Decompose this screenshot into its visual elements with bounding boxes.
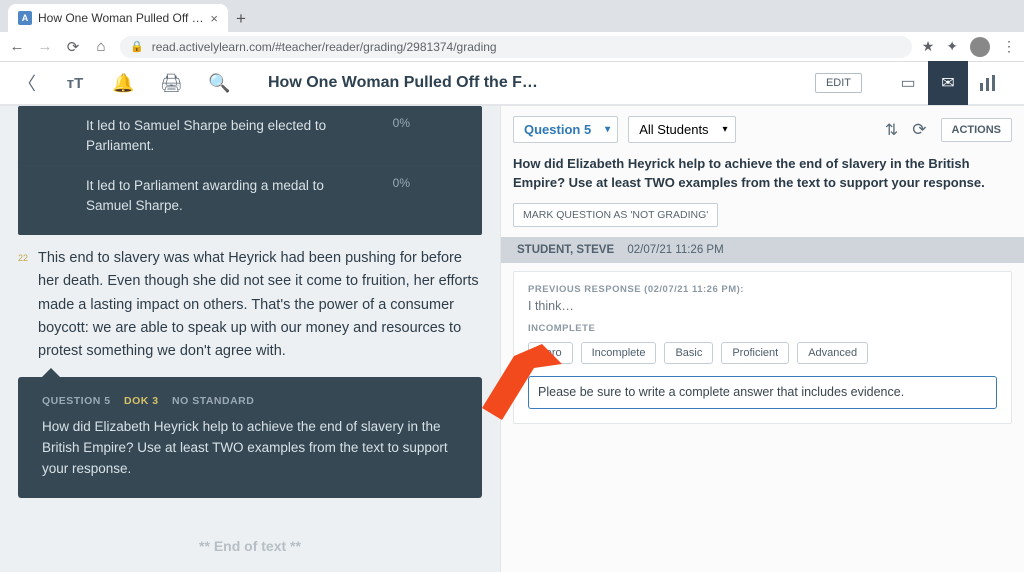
- previous-response-text: I think…: [528, 299, 997, 313]
- grading-pane: Question 5 ▾ All Students ▾ ⇅ ⟳ ACTIONS …: [500, 106, 1024, 572]
- student-timestamp: 02/07/21 11:26 PM: [627, 244, 723, 256]
- bar-chart-icon[interactable]: [968, 61, 1008, 105]
- bell-icon[interactable]: 🔔: [112, 73, 134, 94]
- menu-icon[interactable]: ⋮: [1002, 38, 1016, 55]
- reload-button[interactable]: ⟳: [64, 38, 82, 56]
- chevron-down-icon: ▾: [723, 124, 728, 135]
- lock-icon: 🔒: [130, 40, 144, 53]
- inbox-icon[interactable]: ✉: [928, 61, 968, 105]
- extensions-icon[interactable]: ✦: [946, 38, 958, 55]
- student-header: STUDENT, STEVE 02/07/21 11:26 PM: [501, 237, 1024, 263]
- students-select-label: All Students: [639, 122, 708, 137]
- browser-url-bar: ← → ⟳ ⌂ 🔒 read.activelylearn.com/#teache…: [0, 32, 1024, 62]
- home-button[interactable]: ⌂: [92, 38, 110, 55]
- search-icon[interactable]: 🔍: [208, 73, 230, 94]
- student-name: STUDENT, STEVE: [517, 244, 614, 256]
- question-standard: NO STANDARD: [172, 395, 254, 407]
- previous-response-label: PREVIOUS RESPONSE (02/07/21 11:26 PM):: [528, 284, 997, 295]
- grade-advanced[interactable]: Advanced: [797, 342, 868, 364]
- browser-tab-strip: A How One Woman Pulled Off th… × +: [0, 0, 1024, 32]
- question-dok: DOK 3: [124, 395, 159, 407]
- text-size-icon[interactable]: тT: [64, 75, 86, 92]
- quiz-percent: 0%: [373, 176, 410, 215]
- forward-button[interactable]: →: [36, 38, 54, 55]
- paragraph-number: 22: [18, 247, 30, 363]
- document-title: How One Woman Pulled Off the F…: [268, 74, 789, 92]
- app-toolbar: 〈 тT 🔔 🖨 🔍 How One Woman Pulled Off the …: [0, 62, 1024, 106]
- chevron-down-icon: ▾: [605, 124, 610, 135]
- response-box: PREVIOUS RESPONSE (02/07/21 11:26 PM): I…: [513, 271, 1012, 425]
- question-meta: QUESTION 5 DOK 3 NO STANDARD: [42, 395, 458, 407]
- quiz-answer: It led to Parliament awarding a medal to…: [86, 176, 373, 215]
- browser-tab[interactable]: A How One Woman Pulled Off th… ×: [8, 4, 228, 32]
- question-number: QUESTION 5: [42, 395, 111, 407]
- question-text: How did Elizabeth Heyrick help to achiev…: [42, 417, 458, 480]
- question-select-label: Question 5: [524, 122, 591, 137]
- grade-buttons: Zero Incomplete Basic Proficient Advance…: [528, 342, 997, 364]
- new-tab-button[interactable]: +: [228, 6, 254, 32]
- back-icon[interactable]: 〈: [16, 70, 38, 96]
- back-button[interactable]: ←: [8, 38, 26, 55]
- reading-pane: It led to Samuel Sharpe being elected to…: [0, 106, 500, 572]
- question-select[interactable]: Question 5 ▾: [513, 116, 618, 143]
- grade-basic[interactable]: Basic: [664, 342, 713, 364]
- url-text: read.activelylearn.com/#teacher/reader/g…: [152, 40, 497, 54]
- close-icon[interactable]: ×: [210, 11, 218, 26]
- question-prompt: How did Elizabeth Heyrick help to achiev…: [513, 155, 1012, 193]
- students-select[interactable]: All Students ▾: [628, 116, 735, 143]
- paragraph: 22 This end to slavery was what Heyrick …: [18, 247, 482, 363]
- paragraph-text: This end to slavery was what Heyrick had…: [38, 247, 482, 363]
- status-label: INCOMPLETE: [528, 323, 997, 334]
- edit-button[interactable]: EDIT: [815, 73, 862, 93]
- end-of-text: ** End of text **: [18, 498, 482, 564]
- quiz-row: It led to Parliament awarding a medal to…: [18, 165, 482, 225]
- actions-button[interactable]: ACTIONS: [941, 118, 1013, 142]
- grade-proficient[interactable]: Proficient: [721, 342, 789, 364]
- quiz-results-card: It led to Samuel Sharpe being elected to…: [18, 106, 482, 235]
- favicon: A: [18, 11, 32, 25]
- print-icon[interactable]: 🖨: [160, 73, 182, 94]
- quiz-percent: 0%: [373, 116, 410, 155]
- quiz-row: It led to Samuel Sharpe being elected to…: [18, 106, 482, 165]
- quiz-answer: It led to Samuel Sharpe being elected to…: [86, 116, 373, 155]
- address-bar[interactable]: 🔒 read.activelylearn.com/#teacher/reader…: [120, 36, 912, 58]
- refresh-icon[interactable]: ⟳: [912, 120, 926, 140]
- profile-avatar[interactable]: [970, 37, 990, 57]
- feedback-input[interactable]: Please be sure to write a complete answe…: [528, 376, 997, 410]
- sort-icon[interactable]: ⇅: [885, 120, 898, 140]
- star-icon[interactable]: ★: [922, 38, 935, 55]
- card-view-icon[interactable]: ▭: [888, 61, 928, 105]
- tab-title: How One Woman Pulled Off th…: [38, 11, 204, 25]
- grade-zero[interactable]: Zero: [528, 342, 573, 364]
- question-card: QUESTION 5 DOK 3 NO STANDARD How did Eli…: [18, 377, 482, 498]
- grade-incomplete[interactable]: Incomplete: [581, 342, 657, 364]
- mark-not-grading-button[interactable]: MARK QUESTION AS 'NOT GRADING': [513, 203, 718, 227]
